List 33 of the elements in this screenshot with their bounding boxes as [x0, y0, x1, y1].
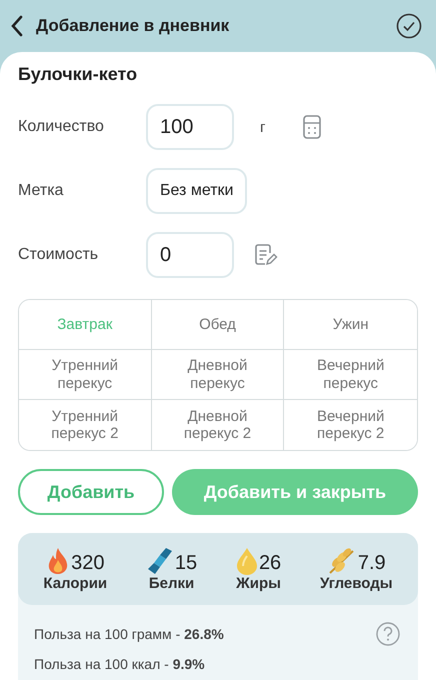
benefit-text: Польза на 100 грамм - 26.8%	[34, 626, 224, 642]
field-label: Количество	[18, 118, 105, 136]
nutrient-label: Углеводы	[320, 574, 393, 592]
check-circle-icon[interactable]	[396, 13, 422, 39]
ribbon-icon	[146, 546, 174, 574]
unit-label: г	[260, 118, 266, 136]
field-label: Стоимость	[18, 246, 100, 264]
nutrient-value: 26	[258, 552, 282, 574]
nutrient-value: 320	[71, 552, 104, 574]
screen-title: Добавление в дневник	[36, 16, 230, 36]
meal-option[interactable]: Утренний перекус	[19, 350, 152, 400]
meal-option[interactable]: Утренний перекус 2	[19, 400, 152, 450]
calculator-icon[interactable]	[303, 115, 322, 139]
note-edit-icon[interactable]	[254, 243, 278, 267]
nutrient-value: 15	[174, 552, 198, 574]
nutrient-label: Белки	[148, 574, 194, 592]
nutrient-label: Жиры	[236, 574, 281, 592]
nutrient-value: 7.9	[358, 552, 386, 574]
meal-option[interactable]: Дневной перекус	[152, 350, 284, 400]
meal-option[interactable]: Ужин	[284, 300, 417, 350]
meal-option[interactable]: Обед	[152, 300, 284, 350]
add-button[interactable]: Добавить	[18, 469, 164, 515]
benefit-text: Польза на 100 ккал - 9.9%	[34, 656, 205, 672]
field-label: Метка	[18, 182, 64, 200]
meal-option[interactable]: Завтрак	[19, 300, 152, 350]
input-field[interactable]: 100	[146, 104, 234, 150]
back-icon[interactable]	[10, 15, 24, 37]
nutrient-label: Калории	[43, 574, 108, 592]
help-icon[interactable]	[376, 622, 400, 646]
tag-dropdown[interactable]: Без метки	[146, 168, 248, 214]
product-name: Булочки-кето	[18, 64, 138, 85]
input-field[interactable]: 0	[146, 232, 234, 278]
drop-icon	[236, 546, 258, 574]
